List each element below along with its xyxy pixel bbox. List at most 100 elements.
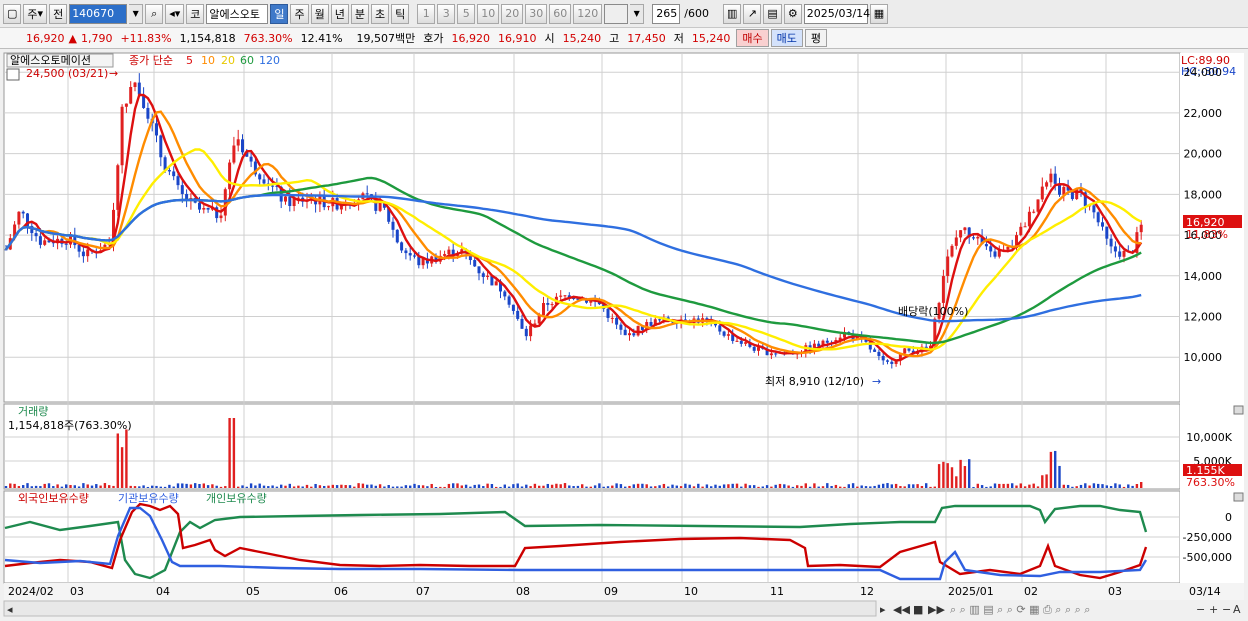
gear-icon[interactable]: ⚙	[783, 3, 802, 24]
period-week-button[interactable]: 주	[290, 3, 309, 24]
volume-bar	[1045, 474, 1048, 488]
period-year-button[interactable]: 년	[330, 3, 349, 24]
speaker-icon[interactable]: ◂▾	[165, 3, 185, 24]
draw-tool-icon[interactable]: ↗	[743, 3, 762, 24]
volume-bar	[980, 485, 984, 488]
code-dropdown-icon[interactable]: ▼	[129, 3, 144, 24]
zoom-out-icon[interactable]: −	[1196, 603, 1205, 616]
volume-bar	[1011, 483, 1014, 488]
volume-bar	[469, 486, 472, 488]
interval-dropdown-icon[interactable]: ▼	[630, 3, 645, 24]
volume-bar	[718, 485, 721, 488]
period-minute-button[interactable]: 분	[350, 3, 369, 24]
volume-bar	[323, 486, 326, 488]
candle-body	[172, 171, 176, 177]
candle-body	[77, 245, 81, 252]
candle-body	[976, 236, 980, 239]
volume-bar	[1028, 484, 1031, 488]
volume-bar	[189, 484, 193, 488]
date-input[interactable]: 2025/03/14	[803, 3, 870, 24]
volume-bar	[39, 486, 42, 488]
period-month-button[interactable]: 월	[310, 3, 329, 24]
volume-bar	[826, 483, 829, 488]
volume-bar	[34, 485, 38, 488]
type-select[interactable]: 주 ▾	[23, 3, 48, 24]
volume-bar	[361, 483, 365, 488]
pan-icon[interactable]: −	[1222, 603, 1231, 616]
interval-120-button[interactable]: 120	[573, 3, 603, 24]
interval-60-button[interactable]: 60	[549, 3, 572, 24]
scroll-left-icon[interactable]: ◂	[7, 603, 13, 616]
candle-body	[284, 196, 287, 202]
trade-value: 19,507백만	[356, 32, 416, 45]
volume-bar	[159, 486, 162, 488]
stock-code-input[interactable]: 140670	[69, 3, 128, 24]
volume-bar	[1019, 483, 1022, 488]
chart-settings-icon[interactable]: ▥	[722, 3, 742, 24]
period-day-button[interactable]: 일	[270, 3, 289, 24]
volume-bar	[576, 485, 580, 488]
volume-bar	[284, 485, 287, 488]
search-icon[interactable]: ⌕	[145, 3, 164, 24]
volume-bar	[641, 483, 644, 488]
candle-body	[202, 207, 206, 210]
font-size-icon[interactable]: A	[1233, 603, 1241, 616]
calendar-icon[interactable]: ▦	[869, 3, 889, 24]
candle-body	[941, 276, 945, 303]
volume-close-icon[interactable]	[1233, 405, 1244, 415]
interval-3-button[interactable]: 3	[437, 3, 456, 24]
volume-bar	[245, 486, 248, 488]
interval-custom-input[interactable]	[604, 3, 629, 24]
interval-1-button[interactable]: 1	[417, 3, 436, 24]
market-button[interactable]: 코	[186, 3, 205, 24]
zoom-in-icon[interactable]: +	[1209, 603, 1218, 616]
volume-bar	[942, 461, 945, 488]
count-input[interactable]: 265	[652, 3, 681, 24]
volume-bar	[95, 484, 98, 488]
volume-bar	[215, 485, 218, 488]
play-icon[interactable]: ▶▶	[928, 603, 945, 616]
period-second-button[interactable]: 초	[370, 3, 390, 24]
period-tick-button[interactable]: 틱	[391, 3, 410, 24]
candle-body	[198, 202, 201, 210]
volume-bar	[1109, 486, 1113, 488]
buy-button[interactable]: 매수	[736, 29, 769, 47]
zoom-tools-icon[interactable]: ⌕ ⌕ ▥ ▤ ⌕ ⌕ ⟳ ▦ ⎙ ⌕ ⌕ ⌕ ⌕	[950, 603, 1090, 616]
volume-bar	[813, 483, 816, 488]
volume-bar	[542, 485, 545, 488]
x-axis-label: 2025/01	[948, 585, 994, 598]
volume-bar	[912, 484, 915, 488]
candle-body	[1049, 173, 1053, 183]
volume-value-label: 1,154,818주(763.30%)	[8, 419, 132, 432]
interval-20-button[interactable]: 20	[501, 3, 524, 24]
candle-body	[1036, 199, 1040, 212]
interval-5-button[interactable]: 5	[457, 3, 476, 24]
volume-bar	[370, 484, 373, 488]
volume-bar	[310, 486, 313, 488]
volume-bar	[9, 483, 12, 488]
rewind-icon[interactable]: ◀◀	[893, 603, 910, 616]
sell-button[interactable]: 매도	[770, 29, 803, 47]
chart-window-icon[interactable]: ▢	[3, 3, 22, 24]
volume-bar	[697, 483, 700, 488]
chart-scrollbar[interactable]	[3, 600, 877, 617]
holding-close-icon[interactable]	[1233, 492, 1244, 502]
turnover-ratio: 12.41%	[300, 31, 343, 45]
volume-bar	[899, 486, 902, 488]
calc-icon[interactable]	[6, 68, 20, 81]
ma-5-label: 5	[186, 54, 193, 67]
stop-icon[interactable]: ■	[913, 603, 923, 616]
flat-button[interactable]: 평	[804, 29, 828, 47]
dividend-marker: 배당락(100%)	[898, 305, 968, 318]
interval-30-button[interactable]: 30	[525, 3, 548, 24]
save-icon[interactable]: ▤	[763, 3, 782, 24]
interval-10-button[interactable]: 10	[477, 3, 500, 24]
candle-body	[417, 256, 421, 266]
volume-bar	[1041, 475, 1044, 488]
scroll-right-icon[interactable]: ▸	[880, 603, 886, 616]
candle-body	[877, 351, 881, 356]
candle-body	[954, 237, 958, 246]
prev-button[interactable]: 전	[49, 3, 68, 24]
x-axis-label: 03	[70, 585, 84, 598]
candle-body	[752, 346, 756, 351]
